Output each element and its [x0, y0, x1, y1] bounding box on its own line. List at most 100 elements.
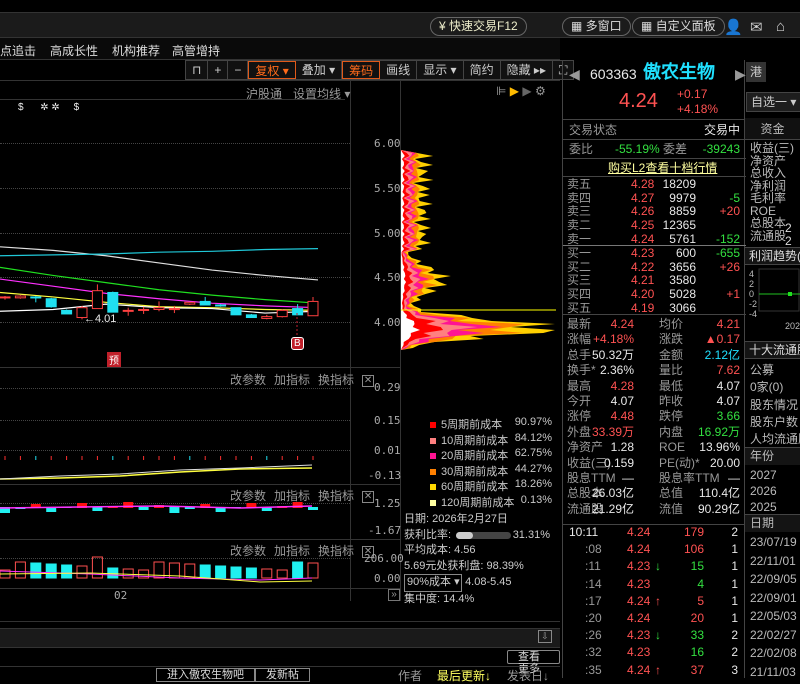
overlay-dropdown[interactable]: 叠加 ▾ [296, 61, 343, 79]
dividend-date: 22/11/01 [750, 553, 796, 568]
tick-time: :26 [585, 628, 602, 643]
tab-capital[interactable]: 资金 [745, 118, 800, 140]
holder-info[interactable]: 股东情况 [750, 397, 798, 413]
book-price[interactable]: 4.19 [631, 301, 654, 318]
last-price: 4.24 [619, 90, 658, 112]
zoom-in-button[interactable]: + [208, 61, 229, 79]
tick-volume: 20 [690, 611, 704, 625]
chips-button[interactable]: 筹码 [342, 61, 381, 79]
f10-item: 流通股 [750, 228, 787, 243]
legend-pct: 62.75% [514, 447, 552, 459]
volume-bar [276, 569, 288, 579]
tab-institution[interactable]: 机构推荐 [112, 42, 160, 59]
watchlist-dropdown[interactable]: 自选一 ▾ [746, 92, 800, 112]
next-stock-icon[interactable]: ▶ [735, 66, 746, 82]
tick-count: 1 [731, 576, 738, 591]
candlestick-chart[interactable] [0, 80, 350, 365]
user-icon[interactable]: 👤 [724, 18, 743, 36]
dividend-date: 22/09/05 [750, 572, 797, 586]
buy-marker[interactable]: B [291, 337, 304, 350]
new-post-button[interactable]: 发新帖 [255, 668, 310, 682]
top-holders-title[interactable]: 十大流通股 [749, 342, 800, 358]
stat-label: 股息率TTM [659, 471, 720, 485]
draw-line-button[interactable]: 画线 [380, 61, 418, 79]
profit-ratio-bar [456, 531, 511, 539]
candle [199, 300, 211, 306]
tick-count: 1 [731, 542, 738, 557]
close-icon[interactable]: ✕ [362, 490, 375, 503]
price-change-pct: +4.18% [677, 102, 719, 116]
lock-icon[interactable]: ⊓ [186, 61, 209, 79]
expand-icon[interactable]: » [388, 589, 400, 601]
indicator-bar [308, 507, 318, 510]
tick-time: :35 [585, 662, 602, 677]
hk-button[interactable]: 港 [746, 62, 766, 82]
pane1-tick: 0.29 [374, 381, 401, 394]
grid-icon: ▦ [571, 19, 586, 33]
buy-l2-link[interactable]: 购买L2查看十档行情 [608, 160, 717, 176]
last-update-header[interactable]: 最后更新↓ [437, 667, 491, 684]
legend-item: 10周期前成本 84.12% [430, 432, 552, 448]
close-icon[interactable]: ✕ [362, 374, 375, 387]
stat-label: 外盘 [567, 424, 592, 439]
chip-toolbar-icons[interactable]: ⊫ ▶ ▶ ⚙ [496, 84, 546, 98]
download-icon[interactable]: ⇩ [538, 630, 552, 643]
stat-label: 净资产 [567, 440, 604, 455]
legend-pct: 0.13% [520, 493, 552, 506]
legend-swatch [430, 499, 436, 506]
cost-select[interactable]: 90%成本 ▾ [404, 574, 462, 592]
forecast-marker[interactable]: 预 [107, 352, 121, 367]
indicator-bar [138, 507, 149, 510]
fuquan-dropdown[interactable]: 复权 ▾ [248, 61, 296, 79]
tick-volume: 15 [690, 559, 704, 574]
tab-dianzhuiji[interactable]: 点追击 [0, 42, 36, 59]
profit-trend-title[interactable]: 利润趋势(一 [749, 248, 800, 264]
trend-tick: 2 [749, 279, 754, 289]
tick-time: :11 [585, 559, 601, 574]
mail-icon[interactable]: ✉ [750, 18, 763, 36]
arrow-up-icon: ↑ [655, 662, 661, 677]
candle [245, 314, 257, 319]
legend-item: 60周期前成本 18.26% [430, 478, 552, 494]
trend-frame [758, 268, 800, 312]
yen-icon: ¥ [439, 19, 450, 33]
fund-value: 0家(0) [750, 380, 784, 394]
price-tick: 4.50 [374, 271, 401, 284]
quick-trade-button[interactable]: ¥ 快速交易F12 [430, 17, 527, 36]
pane3-tick: 0.00 [374, 572, 401, 585]
legend-swatch [430, 422, 436, 429]
view-more-button[interactable]: 查看更多 [507, 650, 560, 675]
profit-ratio-label: 获利比率: [404, 528, 452, 541]
home-icon[interactable]: ⌂ [776, 18, 785, 35]
tick-volume: 33 [690, 628, 704, 643]
legend-label: 5周期前成本 [441, 419, 503, 431]
legend-swatch [430, 437, 436, 444]
simple-button[interactable]: 简约 [464, 61, 501, 79]
tick-count: 2 [731, 525, 738, 539]
stat-value: — [622, 471, 634, 485]
arrow-up-icon: ↑ [655, 593, 661, 608]
post-date-header[interactable]: 发表日↓ [507, 667, 549, 684]
stat-value: 33.39万 [591, 424, 634, 439]
display-dropdown[interactable]: 显示 ▾ [417, 61, 464, 79]
prev-stock-icon[interactable]: ◀ [569, 66, 580, 82]
author-header[interactable]: 作者 [398, 667, 422, 684]
custom-panel-button[interactable]: ▦ 自定义面板 [632, 17, 725, 36]
multi-window-button[interactable]: ▦ 多窗口 [562, 17, 631, 36]
tab-high-growth[interactable]: 高成长性 [50, 42, 98, 59]
enter-forum-button[interactable]: 进入傲农生物吧 [156, 668, 255, 682]
price-tick: 6.00 [374, 137, 401, 150]
stat-value: ▲0.17 [704, 332, 740, 347]
profit-trend-chart: 420-2-4 202 [749, 268, 800, 331]
book-delta: +26 [719, 259, 740, 274]
candle [122, 309, 134, 312]
zoom-out-button[interactable]: − [228, 61, 249, 79]
stat-value: 26.03亿 [591, 486, 634, 501]
tick-volume: 179 [683, 525, 704, 539]
cost-range: 4.08-5.45 [465, 576, 512, 588]
stat-value: +4.18% [592, 332, 634, 347]
tab-exec-increase[interactable]: 高管增持 [172, 42, 220, 59]
stat-label: 量比 [659, 363, 684, 378]
legend-swatch [430, 468, 436, 475]
hide-button[interactable]: 隐藏 ▸▸ [501, 61, 553, 79]
